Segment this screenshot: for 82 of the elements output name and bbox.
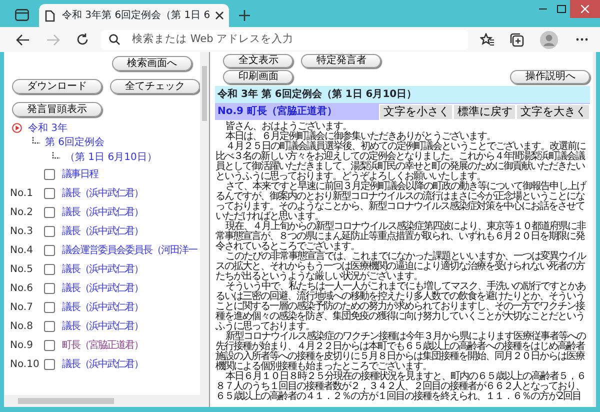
tree-link[interactable]: 第 6回定例会 (45, 135, 105, 150)
speech-link[interactable]: 議事日程 (62, 166, 98, 182)
speech-number: No.8 (10, 320, 34, 334)
checkbox[interactable] (44, 358, 55, 370)
speech-link[interactable]: 議長（浜中武仁君） (62, 318, 143, 334)
speech-number: No.5 (10, 262, 34, 276)
checkbox[interactable] (44, 188, 55, 198)
play-icon (12, 123, 22, 134)
speech-link[interactable]: 議長（浜中武仁君） (62, 224, 143, 238)
collections-icon[interactable] (510, 32, 524, 46)
vertical-scrollbar[interactable] (593, 52, 596, 407)
transcript-paragraph: 本日は、６月定例町議会に御参集いただきありがとうございます。 (224, 132, 496, 142)
checkbox[interactable] (44, 282, 55, 294)
speech-link[interactable]: 議会運営委員会委員長（河田洋一 (62, 242, 197, 258)
close-icon[interactable] (215, 11, 224, 20)
vertical-scrollbar[interactable] (200, 52, 209, 395)
window-close-button[interactable] (570, 0, 600, 18)
speech-number: No.4 (10, 244, 34, 258)
checkbox[interactable] (44, 340, 55, 350)
close-icon (581, 5, 589, 13)
checkbox[interactable] (44, 226, 55, 236)
speech-link[interactable]: 議長（浜中武仁君） (62, 280, 143, 296)
page-icon (45, 10, 55, 22)
checkbox[interactable] (44, 244, 55, 256)
head-display-button[interactable]: 発言冒頭表示 (12, 102, 102, 117)
speech-number: No.10 (10, 358, 40, 372)
toolbar-button[interactable]: 特定発言者 (301, 54, 382, 68)
tree-elbow-icon (32, 137, 40, 144)
speech-link[interactable]: 議長（浜中武仁君） (62, 356, 143, 372)
font-size-button[interactable]: 標準に戻す (453, 104, 516, 120)
more-icon[interactable] (576, 38, 588, 41)
speech-link[interactable]: 議長（浜中武仁君） (62, 204, 143, 220)
help-button[interactable]: 操作説明へ (510, 70, 590, 84)
checkbox[interactable] (44, 206, 55, 218)
refresh-icon[interactable] (76, 33, 89, 46)
speaker-name: No.9 町長（宮脇正道君） (216, 104, 338, 119)
speech-number: No.1 (10, 186, 34, 200)
speech-number: No.7 (10, 300, 34, 314)
search-screen-button[interactable]: 検索画面へ (112, 56, 192, 71)
speech-number: No.2 (10, 206, 34, 220)
meeting-heading: 令和 3年 第 6回定例会（第 1日 6月10日） (215, 86, 590, 103)
checkbox[interactable] (44, 302, 55, 312)
transcript-paragraph: 新型コロナウイルス感染症のワクチン接種は今年３月から県によります医療従事者等への先行接種が始まり、４月２２日からは本町でも６５歳以上の高齢者への接種をはじめ高齢者施設の入所者等への接種を皮切りに５月８日からは集団接種を開始、同月２０日からは医療機関による個別接種も始まったところでございます。 (215, 332, 587, 372)
transcript-paragraph: さて、本来ですと早速に前回３月定例町議会以降の町政の動き等について御報告申し上げるんですが、御案内のとおり新型コロナウイルスの流行はまさに今が正念場ということになっております。そのようなことから、新型コロナウイルス感染症対策を中心にお話をさせていただければと思います。 (215, 182, 587, 222)
transcript-paragraph: 皆さん、おはようございます。 (224, 122, 352, 132)
tree-link[interactable]: 令和 3年 (28, 120, 68, 136)
speech-number: No.3 (10, 224, 34, 238)
profile-icon[interactable] (540, 30, 558, 48)
address-placeholder: 検索または Web アドレスを入力 (132, 32, 294, 47)
speech-number: No.6 (10, 282, 34, 296)
speech-link[interactable]: 議長（浜中武仁君） (62, 300, 143, 314)
horizontal-scrollbar[interactable] (4, 395, 209, 407)
checkbox[interactable] (44, 264, 55, 274)
transcript-paragraph: 現在、４月上旬からの新型コロナウイルス感染症第四波により、東京等１０都道府県に非常事態宣言が、８つの県にまん延防止等重点措置が取られ、いずれも６月２０日を期限に発令されているところでございます。 (215, 222, 587, 252)
transcript-paragraph: ４月２５日の町議会議員選挙後、初めての定例町議会ということでございます。改選前に比べ３名の新しい方々をお迎えしての定例会となりました。これから４年間湯梨浜町議会議員として御活躍いただきまして、湯梨浜町民の幸せと町の発展のために御貢献いただきたいというふうに思っております。どうぞよろしくお願いいたします。 (215, 142, 586, 182)
speech-link[interactable]: 議長（浜中武仁君） (62, 186, 143, 200)
transcript-paragraph: 本日６月１０日８時２５分現在の接種状況を見ますと、町内の６５歳以上の高齢者５，６８７人のうち１回目の接種者数が２，３４２人、２回目の接種者が６６２人となっており、６５歳以上の高齢者の４１．２％の方が１回目の接種を終えられ、１１．６％の方が2回目 (215, 372, 586, 402)
speech-link[interactable]: 町長（宮脇正道君） (62, 338, 143, 352)
transcript-paragraph: このたびの非常事態宣言では、これまでになかった課題といいますか、一つは変異ウイルスの拡大と、それからもう一つは医療機関の逼迫により適切な治療を受けられない死者の方たちが出るというような厳しい状況がございます。 (215, 252, 587, 282)
new-tab-icon[interactable] (239, 10, 250, 21)
sidebar-icon[interactable] (15, 9, 29, 21)
speech-number: No.9 (10, 338, 34, 352)
tree-elbow-icon (52, 152, 60, 159)
tree-link[interactable]: （第 1日 6月10日） (65, 150, 157, 165)
toolbar-button[interactable]: 印刷画面 (223, 70, 294, 84)
font-size-button[interactable]: 文字を小さく (379, 104, 454, 120)
maximize-icon (556, 5, 566, 13)
action-button[interactable]: 全てチェック (110, 79, 200, 94)
transcript-paragraph: そういう中で、私たちは一人一人がこれまでにも増してマスク、手洗いの励行ですとかあるいは三密の回避、流行地域への移動を控えたり多人数での飲食を避けたりとか、そういうことに関する一層の感染予防のための努力が求められておりますし、その一方でワクチン接種を進め個々の感染を防ぎ、集団免疫の獲得に向け努力していくことが大切なことだというふうに思っております。 (215, 282, 586, 332)
checkbox[interactable] (44, 168, 55, 180)
action-button[interactable]: ダウンロード (12, 79, 102, 94)
checkbox[interactable] (44, 320, 55, 332)
favorites-icon[interactable] (480, 33, 494, 46)
search-icon (109, 34, 120, 45)
font-size-button[interactable]: 文字を大きく (516, 104, 590, 120)
speech-link[interactable]: 議長（浜中武仁君） (62, 262, 143, 276)
toolbar-button[interactable]: 全文表示 (223, 54, 294, 68)
address-field[interactable]: 検索または Web アドレスを入力 (101, 30, 468, 50)
browser-tab[interactable]: 令和 3年第 6回定例会（第 1日 6 (39, 4, 229, 27)
minimize-icon (539, 8, 547, 10)
tab-title: 令和 3年第 6回定例会（第 1日 6 (62, 8, 210, 23)
back-icon[interactable] (16, 34, 30, 46)
